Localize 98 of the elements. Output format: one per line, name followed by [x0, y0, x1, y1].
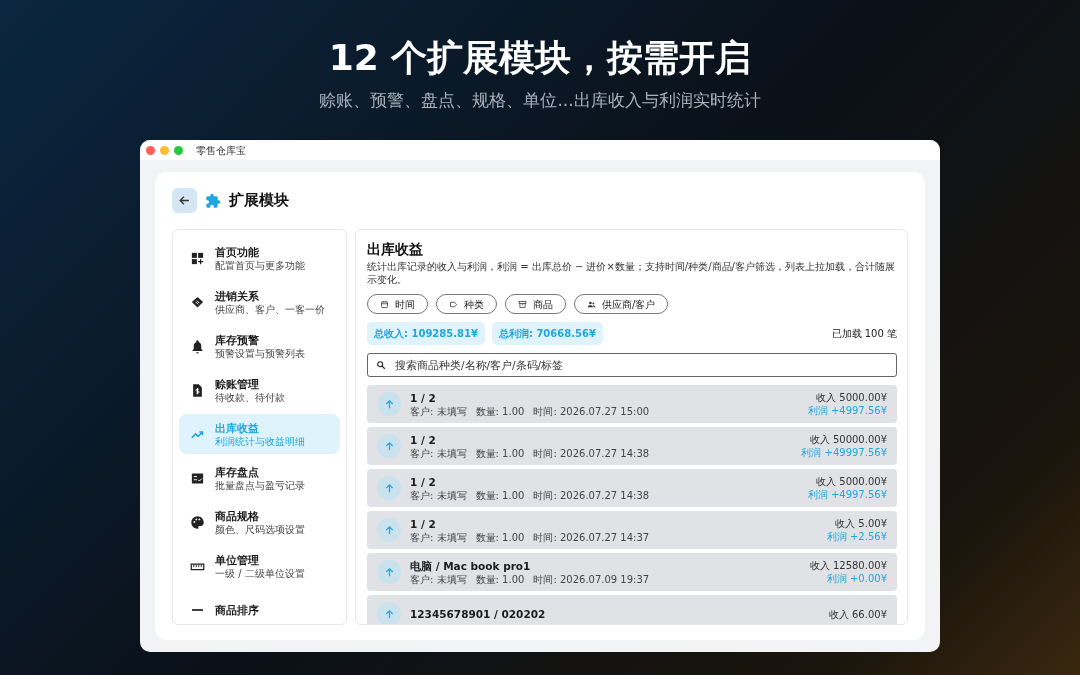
record-row[interactable]: 1 / 2 客户: 未填写 数量: 1.00 时间: 2026.07.27 14:37 收入 5.00¥ 利润 +2.56¥	[367, 511, 897, 549]
invoice-icon	[190, 382, 205, 398]
back-button[interactable]	[172, 188, 197, 213]
total-badge: 总利润: 70668.56¥	[491, 322, 603, 345]
item-subtitle: 供应商、客户、一客一价	[215, 302, 325, 316]
window-title: 零售仓库宝	[196, 143, 246, 158]
record-title: 1 / 2	[410, 432, 437, 447]
item-subtitle: 一级 / 二级单位设置	[215, 566, 305, 580]
item-title: 商品排序	[215, 603, 259, 617]
minimize-button[interactable]	[160, 145, 169, 155]
record-detail: 数量: 1.00	[475, 404, 525, 418]
filter-chip[interactable]: 种类	[436, 294, 497, 314]
record-row[interactable]: 12345678901 / 020202 收入 66.00¥	[367, 595, 897, 624]
upload-icon	[377, 602, 401, 624]
bell-icon	[190, 338, 205, 354]
record-title: 12345678901 / 020202	[410, 607, 547, 621]
upload-icon	[377, 392, 401, 416]
section-title: 出库收益	[367, 240, 424, 258]
zoom-button[interactable]	[174, 145, 183, 155]
record-detail: 时间: 2026.07.09 19:37	[533, 572, 650, 586]
loaded-count: 已加载 100 笔	[831, 327, 897, 341]
upload-icon	[377, 560, 401, 584]
item-title: 单位管理	[215, 552, 260, 567]
search-field[interactable]: 搜索商品种类/名称/客户/条码/标签	[367, 353, 897, 377]
sidebar-item[interactable]: 首页功能 配置首页与更多功能	[179, 238, 340, 278]
record-row[interactable]: 1 / 2 客户: 未填写 数量: 1.00 时间: 2026.07.27 14:38 收入 5000.00¥ 利润 +4997.56¥	[367, 469, 897, 507]
record-detail: 时间: 2026.07.27 14:38	[533, 446, 650, 460]
record-detail: 时间: 2026.07.27 15:00	[533, 404, 650, 418]
record-detail: 客户: 未填写	[410, 488, 467, 502]
record-title: 1 / 2	[410, 516, 437, 531]
record-detail: 数量: 1.00	[475, 530, 525, 544]
income-text: 收入 5.00¥	[834, 517, 887, 530]
profit-text: 利润 +0.00¥	[825, 572, 887, 585]
item-subtitle: 配置首页与更多功能	[215, 258, 305, 272]
record-title: 1 / 2	[410, 390, 437, 405]
item-title: 首页功能	[215, 244, 260, 259]
tag-icon	[449, 299, 458, 309]
palette-icon	[190, 514, 205, 530]
record-title: 电脑 / Mac book pro1	[410, 558, 532, 573]
banner-subtitle: 赊账、预警、盘点、规格、单位...出库收入与利润实时统计	[318, 89, 762, 112]
sidebar-item[interactable]: 进销关系 供应商、客户、一客一价	[179, 282, 340, 322]
record-row[interactable]: 1 / 2 客户: 未填写 数量: 1.00 时间: 2026.07.27 15:00 收入 5000.00¥ 利润 +4997.56¥	[367, 385, 897, 423]
profit-text: 利润 +4997.56¥	[807, 488, 887, 501]
total-badge: 总收入: 109285.81¥	[367, 322, 485, 345]
item-title: 库存盘点	[215, 464, 260, 479]
page-title: 扩展模块	[229, 190, 289, 212]
record-row[interactable]: 1 / 2 客户: 未填写 数量: 1.00 时间: 2026.07.27 14:38 收入 50000.00¥ 利润 +49997.56¥	[367, 427, 897, 465]
item-title: 商品规格	[215, 508, 260, 523]
income-text: 收入 50000.00¥	[808, 433, 887, 446]
record-detail: 客户: 未填写	[410, 572, 467, 586]
item-subtitle: 预警设置与预警列表	[215, 346, 305, 360]
income-text: 收入 12580.00¥	[809, 559, 887, 572]
record-detail: 时间: 2026.07.27 14:38	[533, 488, 650, 502]
item-subtitle: 待收款、待付款	[215, 390, 285, 404]
item-title: 进销关系	[215, 288, 260, 303]
filter-chip[interactable]: 时间	[367, 294, 428, 314]
dash-icon	[192, 609, 203, 611]
income-text: 收入 66.00¥	[828, 607, 887, 621]
item-title: 赊账管理	[215, 376, 260, 391]
record-detail: 客户: 未填写	[410, 530, 467, 544]
sidebar-item[interactable]: 库存盘点 批量盘点与盈亏记录	[179, 458, 340, 498]
archive-icon	[518, 299, 527, 309]
record-row[interactable]: 电脑 / Mac book pro1 客户: 未填写 数量: 1.00 时间: 2026.07.09 19:37 收入 12580.00¥ 利润 +0.00¥	[367, 553, 897, 591]
close-button[interactable]	[146, 145, 155, 155]
record-detail: 数量: 1.00	[475, 446, 525, 460]
record-detail: 客户: 未填写	[410, 446, 467, 460]
record-detail: 客户: 未填写	[410, 404, 467, 418]
item-title: 出库收益	[215, 420, 260, 435]
item-subtitle: 批量盘点与盈亏记录	[215, 478, 305, 492]
people-icon	[587, 299, 596, 309]
banner-title: 12 个扩展模块，按需开启	[327, 36, 753, 80]
sidebar-item[interactable]: 商品规格 颜色、尺码选项设置	[179, 502, 340, 542]
puzzle-icon	[205, 192, 221, 209]
item-subtitle: 利润统计与收益明细	[215, 434, 305, 448]
record-detail: 数量: 1.00	[475, 572, 525, 586]
sidebar-item[interactable]: 单位管理 一级 / 二级单位设置	[179, 546, 340, 586]
record-title: 1 / 2	[410, 474, 437, 489]
item-title: 库存预警	[215, 332, 260, 347]
record-detail: 数量: 1.00	[475, 488, 525, 502]
income-text: 收入 5000.00¥	[815, 475, 887, 488]
grid-icon	[190, 250, 205, 266]
income-text: 收入 5000.00¥	[815, 391, 887, 404]
filter-chip[interactable]: 商品	[505, 294, 566, 314]
profit-text: 利润 +2.56¥	[826, 530, 887, 543]
calendar-icon	[380, 299, 389, 309]
filter-chip[interactable]: 供应商/客户	[574, 294, 669, 314]
section-description: 统计出库记录的收入与利润，利润 = 出库总价 − 进价×数量；支持时间/种类/商品/客户筛选，列表上拉加载，合计随展示变化。	[367, 260, 896, 286]
record-detail: 时间: 2026.07.27 14:37	[533, 530, 650, 544]
arrow-left-icon	[178, 194, 191, 207]
sidebar-item[interactable]: 库存预警 预警设置与预警列表	[179, 326, 340, 366]
upload-icon	[377, 518, 401, 542]
sidebar-item[interactable]: 商品排序	[179, 590, 340, 624]
upload-icon	[377, 476, 401, 500]
sidebar-item[interactable]: 赊账管理 待收款、待付款	[179, 370, 340, 410]
profit-text: 利润 +49997.56¥	[801, 446, 887, 459]
item-subtitle: 颜色、尺码选项设置	[215, 522, 305, 536]
upload-icon	[377, 434, 401, 458]
profit-text: 利润 +4997.56¥	[807, 404, 887, 417]
